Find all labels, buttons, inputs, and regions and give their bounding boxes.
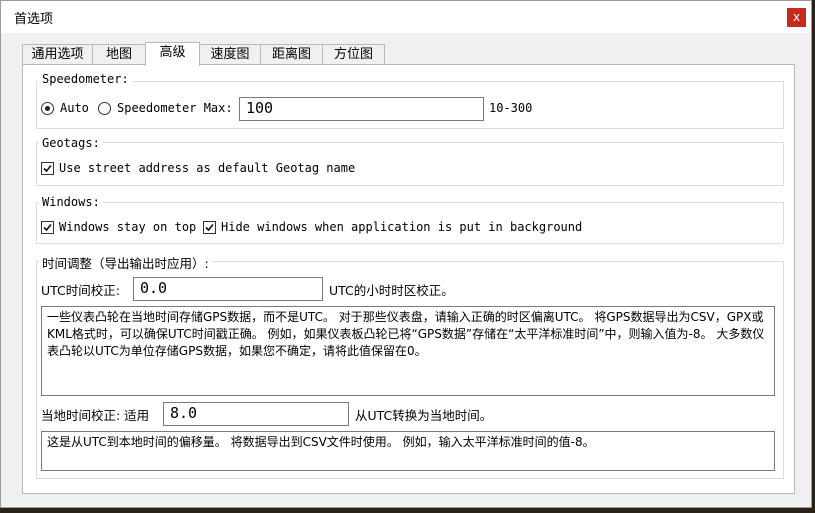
hide-windows-checkbox[interactable]	[203, 221, 216, 234]
speedometer-legend: Speedometer:	[39, 72, 132, 86]
geotags-legend: Geotags:	[39, 136, 103, 150]
speedometer-max-input[interactable]: 100	[239, 97, 484, 121]
utc-correction-label: UTC时间校正:	[41, 283, 120, 298]
local-correction-hint: 从UTC转换为当地时间。	[355, 408, 493, 423]
tab-speed-chart[interactable]: 速度图	[199, 44, 261, 65]
local-correction-label: 当地时间校正: 适用	[41, 408, 150, 423]
speedometer-max-radio[interactable]	[98, 102, 111, 115]
tab-advanced[interactable]: 高级	[145, 42, 200, 66]
utc-correction-hint: UTC的小时时区校正。	[329, 283, 454, 298]
advanced-panel: Speedometer: Auto Speedometer Max: 100 1…	[22, 64, 795, 494]
street-address-label: Use street address as default Geotag nam…	[59, 161, 356, 175]
utc-correction-input[interactable]: 0.0	[133, 277, 323, 301]
close-icon: x	[792, 10, 801, 24]
close-button[interactable]: x	[787, 8, 806, 27]
checkmark-icon	[43, 164, 52, 173]
checkmark-icon	[205, 223, 214, 232]
title-bar[interactable]: 首选项 x	[1, 1, 811, 33]
tab-distance-chart[interactable]: 距离图	[260, 44, 323, 65]
preferences-window: 首选项 x 通用选项 地图 高级 速度图 距离图 方位图 Speedometer…	[0, 0, 812, 508]
local-correction-input[interactable]: 8.0	[163, 402, 349, 426]
tab-map[interactable]: 地图	[92, 44, 146, 65]
speedometer-max-label: Speedometer Max:	[117, 101, 233, 115]
auto-label: Auto	[60, 101, 89, 115]
stay-on-top-checkbox[interactable]	[41, 221, 54, 234]
time-adjust-legend: 时间调整（导出输出时应用）:	[39, 253, 212, 272]
windows-legend: Windows:	[39, 195, 103, 209]
street-address-checkbox[interactable]	[41, 162, 54, 175]
speedometer-range-hint: 10-300	[489, 101, 533, 115]
checkmark-icon	[43, 223, 52, 232]
tab-general[interactable]: 通用选项	[22, 44, 93, 65]
stay-on-top-label: Windows stay on top	[59, 220, 197, 234]
tab-bearing-chart[interactable]: 方位图	[322, 44, 385, 65]
hide-windows-label: Hide windows when application is put in …	[221, 220, 583, 234]
auto-radio[interactable]	[41, 102, 54, 115]
utc-description-box[interactable]: 一些仪表凸轮在当地时间存储GPS数据，而不是UTC。 对于那些仪表盘，请输入正确…	[41, 306, 775, 396]
window-title: 首选项	[14, 12, 54, 27]
local-description-box[interactable]: 这是从UTC到本地时间的偏移量。 将数据导出到CSV文件时使用。 例如，输入太平…	[41, 431, 775, 471]
